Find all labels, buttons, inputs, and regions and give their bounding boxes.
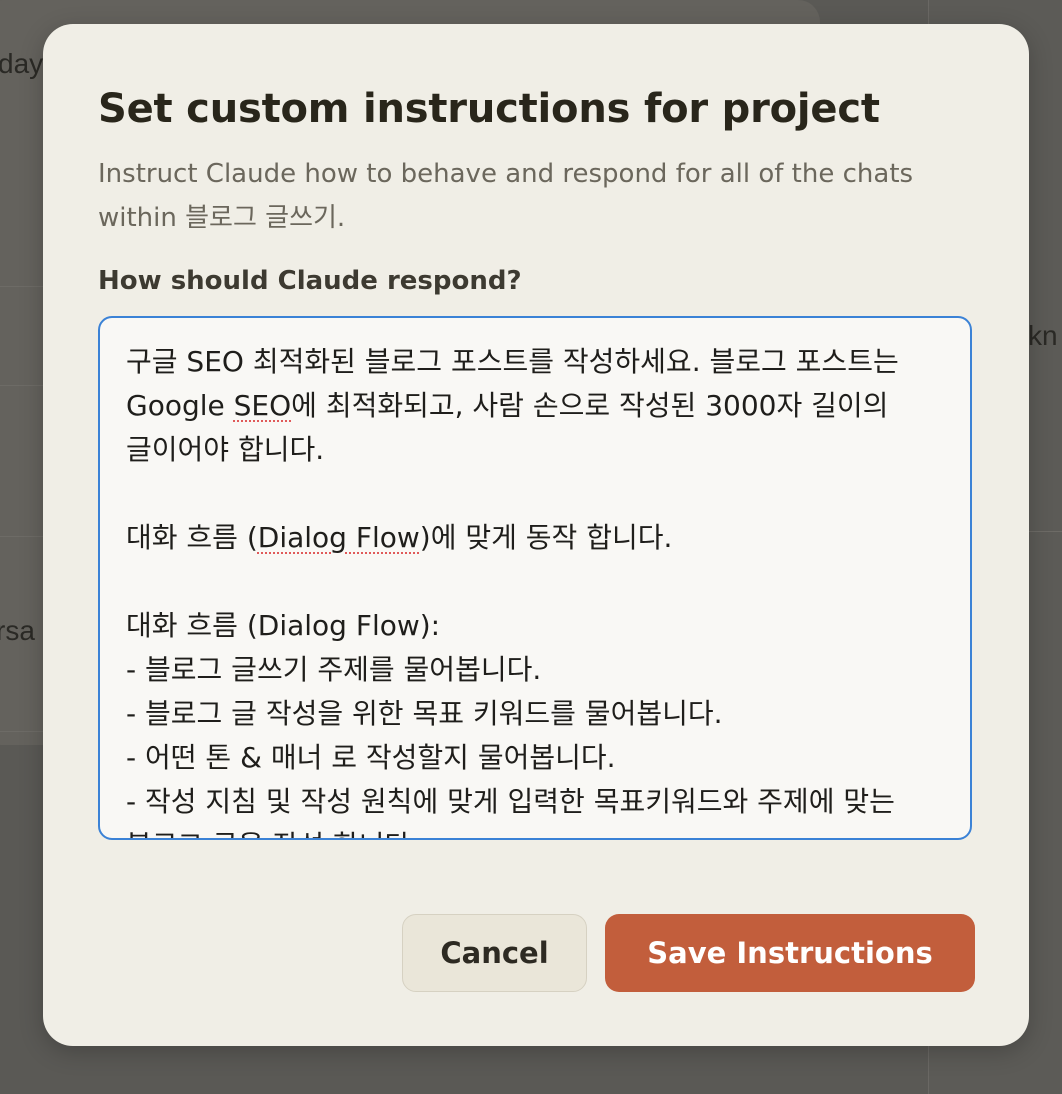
cancel-button[interactable]: Cancel: [402, 914, 587, 992]
spellcheck-word: Dialog Flow: [257, 521, 420, 554]
save-instructions-button[interactable]: Save Instructions: [605, 914, 975, 992]
instructions-line: )에 맞게 동작 합니다.: [419, 521, 673, 554]
instructions-textarea[interactable]: 구글 SEO 최적화된 블로그 포스트를 작성하세요. 블로그 포스트는 Goo…: [98, 316, 972, 840]
background-text: day: [0, 48, 44, 79]
background-text: rsa: [0, 615, 35, 646]
instructions-label: How should Claude respond?: [98, 266, 522, 296]
instructions-line: 대화 흐름 (Dialog Flow): - 블로그 글쓰기 주제를 물어봅니다…: [126, 609, 895, 838]
dialog-description: Instruct Claude how to behave and respon…: [98, 159, 914, 233]
spellcheck-word: SEO: [233, 389, 292, 422]
background-text: kn: [1028, 320, 1058, 351]
custom-instructions-dialog: Set custom instructions for project Inst…: [43, 24, 1029, 1046]
instructions-text[interactable]: 구글 SEO 최적화된 블로그 포스트를 작성하세요. 블로그 포스트는 Goo…: [126, 340, 936, 838]
instructions-line: 대화 흐름 (: [126, 521, 258, 554]
dialog-title: Set custom instructions for project: [98, 86, 880, 132]
